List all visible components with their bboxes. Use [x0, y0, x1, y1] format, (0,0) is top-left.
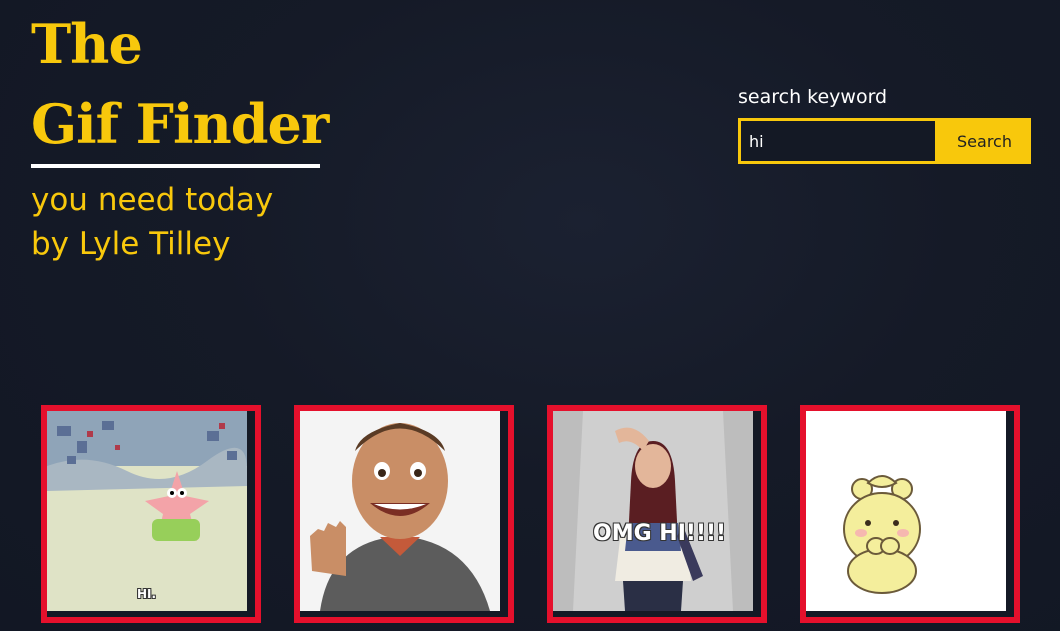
search-form: Search: [738, 118, 1031, 164]
gif-image[interactable]: [300, 411, 500, 611]
gif-caption: OMG HI!!!!: [593, 521, 727, 546]
search-input[interactable]: [738, 118, 938, 164]
waving-boy-gif-icon: [300, 411, 500, 611]
page-title: The Gif Finder: [31, 4, 329, 164]
tagline-line-1: you need today: [31, 182, 274, 218]
gif-image[interactable]: [806, 411, 1006, 611]
title-line-2: Gif Finder: [31, 92, 329, 156]
gif-caption: HI.: [137, 587, 157, 601]
gif-result-1[interactable]: HI.: [41, 405, 261, 623]
title-divider: [31, 164, 320, 168]
tagline-line-2: by Lyle Tilley: [31, 226, 231, 262]
woman-waving-gif-icon: [553, 411, 753, 611]
gif-result-2[interactable]: [294, 405, 514, 623]
gif-image[interactable]: [47, 411, 247, 611]
gif-result-4[interactable]: [800, 405, 1020, 623]
tagline: you need today by Lyle Tilley: [31, 178, 273, 266]
title-line-1: The: [31, 12, 143, 76]
search-button[interactable]: Search: [938, 118, 1031, 164]
gif-result-3[interactable]: OMG HI!!!!: [547, 405, 767, 623]
gif-image[interactable]: [553, 411, 753, 611]
starfish-gif-icon: [47, 411, 247, 611]
search-label: search keyword: [738, 86, 888, 108]
cute-bear-gif-icon: [806, 411, 1006, 611]
